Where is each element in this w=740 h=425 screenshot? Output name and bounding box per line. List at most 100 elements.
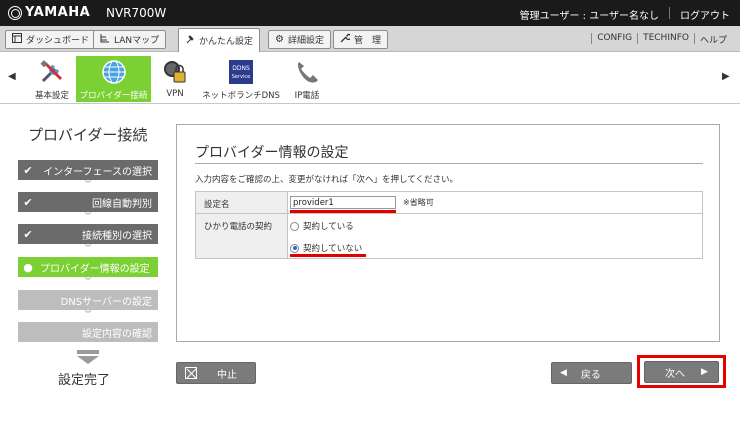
dashboard-icon (12, 33, 22, 46)
scroll-left-arrow-icon[interactable]: ◀ (8, 71, 16, 82)
radio-button[interactable] (290, 221, 299, 231)
svg-text:Service: Service (232, 74, 250, 80)
check-icon: ✔ (23, 195, 33, 209)
form-row-phone: ひかり電話の契約 契約している 契約していない (196, 214, 702, 258)
provider-form: 設定名 ※省略可 ひかり電話の契約 契約している 契約していない (195, 191, 703, 259)
back-button[interactable]: ◀ 戻る (551, 362, 632, 384)
setup-item-label: VPN (166, 89, 184, 99)
step-label: インターフェースの選択 (43, 166, 152, 178)
user-area: 管理ユーザー : ユーザー名なし ログアウト (520, 7, 730, 22)
help-link[interactable]: ヘルプ (695, 33, 732, 46)
panel-title: プロバイダー情報の設定 (195, 145, 349, 161)
vpn-lock-icon (161, 58, 189, 86)
tab-management[interactable]: 管 理 (333, 30, 389, 49)
tools-icon (38, 58, 66, 86)
check-icon: ✔ (23, 163, 33, 177)
cancel-label: 中止 (217, 369, 237, 381)
wizard-step-interface[interactable]: ✔ インターフェースの選択 (18, 160, 158, 180)
easy-setup-icon (185, 34, 195, 47)
radio-contracted[interactable]: 契約している (290, 220, 354, 232)
scroll-right-arrow-icon[interactable]: ▶ (722, 71, 730, 82)
globe-icon (100, 58, 128, 86)
chevron-down-icon: ︾ (84, 244, 92, 252)
next-button[interactable]: 次へ ▶ (644, 361, 719, 383)
chevron-down-icon: ︾ (84, 310, 92, 318)
tab-label: 管 理 (354, 36, 382, 46)
phone-icon (293, 58, 321, 86)
radio-button[interactable] (290, 243, 299, 253)
setup-item-netvolante-dns[interactable]: DDNS Service ネットボランチDNS (200, 56, 282, 102)
triangle-right-icon: ▶ (701, 367, 708, 377)
wizard-title: プロバイダー接続 (28, 126, 148, 144)
cancel-button[interactable]: 中止 (176, 362, 256, 384)
wizard-step-dns: DNSサーバーの設定 (18, 290, 158, 310)
tab-label: LANマップ (114, 36, 160, 46)
main-tab-bar: ダッシュボード LANマップ かんたん設定 ⚙ 詳細設定 管 理 CONFIG … (0, 26, 740, 52)
wizard-step-confirm: 設定内容の確認 (18, 322, 158, 342)
radio-label: 契約していない (303, 244, 363, 254)
divider (669, 7, 670, 19)
wizard-step-connection-type[interactable]: ✔ 接続種別の選択 (18, 224, 158, 244)
tab-dashboard[interactable]: ダッシュボード (5, 30, 97, 49)
cancel-x-icon (185, 367, 197, 379)
chevron-down-icon: ︾ (84, 277, 92, 285)
setup-item-vpn[interactable]: VPN (158, 56, 192, 102)
tab-label: かんたん設定 (199, 37, 254, 47)
radio-label: 契約している (303, 222, 354, 232)
ddns-icon: DDNS Service (227, 58, 255, 86)
triangle-left-icon: ◀ (560, 368, 567, 378)
tab-lan-map[interactable]: LANマップ (93, 30, 167, 49)
step-label: 接続種別の選択 (82, 230, 152, 242)
setup-item-provider[interactable]: プロバイダー接続 (76, 56, 151, 102)
step-label: DNSサーバーの設定 (60, 296, 152, 308)
chevron-down-icon: ︾ (84, 180, 92, 188)
lan-map-icon (100, 33, 110, 46)
next-label: 次へ (665, 368, 685, 380)
config-link[interactable]: CONFIG (592, 33, 637, 46)
step-label: プロバイダー情報の設定 (40, 263, 150, 275)
radio-not-contracted[interactable]: 契約していない (290, 242, 362, 254)
highlight-underline (290, 254, 366, 257)
name-label: 設定名 (196, 192, 288, 213)
back-label: 戻る (580, 369, 601, 381)
tab-label: 詳細設定 (287, 36, 324, 46)
setup-item-label: プロバイダー接続 (79, 91, 148, 101)
setting-name-input[interactable] (290, 196, 396, 209)
step-label: 設定内容の確認 (82, 328, 152, 340)
setup-item-label: IP電話 (294, 91, 320, 101)
panel-description: 入力内容をご確認の上、変更がなければ「次へ」を押してください。 (195, 175, 458, 185)
setup-item-label: 基本設定 (34, 91, 69, 101)
highlight-underline (290, 210, 396, 213)
gear-icon: ⚙ (275, 34, 284, 45)
techinfo-link[interactable]: TECHINFO (638, 33, 694, 46)
brand-logo: YAMAHA (8, 5, 90, 20)
wizard-step-provider-info: ● プロバイダー情報の設定 (18, 257, 158, 277)
tab-label: ダッシュボード (26, 36, 90, 46)
wizard-complete-label: 設定完了 (58, 373, 111, 388)
phone-contract-label: ひかり電話の契約 (196, 214, 288, 258)
optional-note: ※省略可 (403, 198, 434, 207)
setup-item-ip-phone[interactable]: IP電話 (292, 56, 322, 102)
tab-advanced-settings[interactable]: ⚙ 詳細設定 (268, 30, 331, 49)
yamaha-logo-icon (8, 5, 22, 20)
chevron-down-icon: ︾ (84, 212, 92, 220)
top-bar: YAMAHA NVR700W 管理ユーザー : ユーザー名なし ログアウト (0, 0, 740, 26)
setup-item-label: ネットボランチDNS (202, 91, 280, 101)
form-row-name: 設定名 ※省略可 (196, 192, 702, 214)
setup-item-basic[interactable]: 基本設定 (32, 56, 72, 102)
model-name: NVR700W (106, 6, 167, 20)
setup-icon-bar: ◀ 基本設定 プロバイダー接続 VPN DDNS Service ネットボランチD… (0, 52, 740, 104)
tab-easy-setup[interactable]: かんたん設定 (178, 28, 261, 52)
provider-info-panel: プロバイダー情報の設定 入力内容をご確認の上、変更がなければ「次へ」を押してくだ… (176, 124, 720, 342)
check-icon: ✔ (23, 227, 33, 241)
step-label: 回線自動判別 (92, 198, 152, 210)
brand-name: YAMAHA (25, 5, 91, 20)
current-dot-icon: ● (23, 260, 33, 274)
wizard-step-line-detect[interactable]: ✔ 回線自動判別 (18, 192, 158, 212)
top-links: CONFIG TECHINFO ヘルプ (591, 33, 732, 46)
wrench-icon (340, 33, 352, 46)
logout-link[interactable]: ログアウト (680, 7, 730, 22)
user-label: 管理ユーザー : ユーザー名なし (519, 11, 659, 22)
svg-text:DDNS: DDNS (232, 65, 250, 72)
arrow-down-icon (77, 350, 99, 364)
